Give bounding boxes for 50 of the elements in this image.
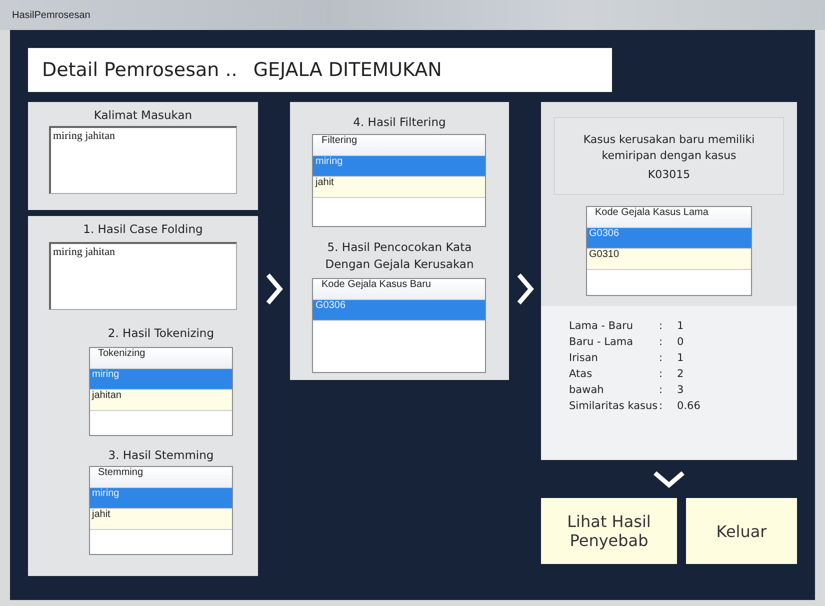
list-row[interactable]: jahit bbox=[90, 509, 232, 530]
stat-separator: : bbox=[659, 336, 664, 348]
header-title: Detail Pemrosesan .. bbox=[42, 59, 238, 81]
list-view[interactable]: Kode Gejala Kasus Lama G0306 G0310 bbox=[586, 206, 752, 296]
status-text: GEJALA DITEMUKAN bbox=[253, 59, 442, 81]
action-button[interactable]: Lihat Hasil Penyebab bbox=[541, 498, 678, 564]
chevron-down-icon bbox=[652, 470, 686, 488]
text-field[interactable]: miring jahitan bbox=[48, 242, 237, 310]
case-code: K03015 bbox=[648, 168, 690, 180]
panel-title: 1. Hasil Case Folding bbox=[83, 222, 203, 236]
stat-value: 0.66 bbox=[677, 400, 702, 412]
stat-label: bawah bbox=[569, 384, 605, 396]
panel-title: 3. Hasil Stemming bbox=[108, 448, 214, 462]
panel-title: Kalimat Masukan bbox=[94, 108, 192, 122]
stat-separator: : bbox=[659, 320, 664, 332]
column-header[interactable]: Filtering bbox=[313, 135, 486, 156]
list-view[interactable]: Kode Gejala Kasus Baru G0306 bbox=[312, 278, 486, 373]
column-header[interactable]: Kode Gejala Kasus Lama bbox=[587, 207, 752, 228]
stat-value: 3 bbox=[677, 384, 685, 396]
stat-label: Irisan bbox=[569, 352, 599, 364]
column-header[interactable]: Kode Gejala Kasus Baru bbox=[313, 279, 486, 300]
stat-separator: : bbox=[659, 352, 664, 364]
column-header[interactable]: Stemming bbox=[90, 467, 232, 488]
result-message: Kasus kerusakan baru memiliki kemiripan dengan kasus bbox=[582, 132, 756, 164]
column-header[interactable]: Tokenizing bbox=[90, 348, 232, 369]
chevron-right-icon bbox=[516, 272, 534, 306]
stat-label: Similaritas kasus bbox=[569, 400, 659, 412]
stat-value: 2 bbox=[677, 368, 685, 380]
stat-label: Lama - Baru bbox=[569, 320, 634, 332]
list-row[interactable]: jahitan bbox=[90, 390, 232, 411]
chevron-right-icon bbox=[265, 272, 284, 306]
list-view[interactable]: Filtering miring jahit bbox=[312, 134, 486, 227]
stat-label: Atas bbox=[569, 368, 594, 380]
stat-value: 0 bbox=[677, 336, 685, 348]
list-view[interactable]: Stemming miring jahit bbox=[88, 466, 233, 555]
panel-title: 5. Hasil Pencocokan Kata Dengan Gejala Kerusakan bbox=[324, 239, 475, 273]
text-field[interactable]: miring jahitan bbox=[48, 126, 237, 194]
panel-title: 2. Hasil Tokenizing bbox=[108, 326, 214, 340]
window-title: HasilPemrosesan bbox=[12, 10, 90, 20]
action-button[interactable]: Keluar bbox=[686, 498, 798, 564]
stat-separator: : bbox=[659, 400, 664, 412]
stat-value: 1 bbox=[677, 320, 685, 332]
list-row[interactable]: G0310 bbox=[587, 249, 752, 270]
stat-separator: : bbox=[659, 384, 664, 396]
stat-value: 1 bbox=[677, 352, 685, 364]
panel-title: 4. Hasil Filtering bbox=[353, 115, 446, 129]
list-row[interactable]: jahit bbox=[313, 177, 486, 198]
stat-label: Baru - Lama bbox=[569, 336, 634, 348]
list-view[interactable]: Tokenizing miring jahitan bbox=[88, 347, 233, 436]
stat-separator: : bbox=[659, 368, 664, 380]
